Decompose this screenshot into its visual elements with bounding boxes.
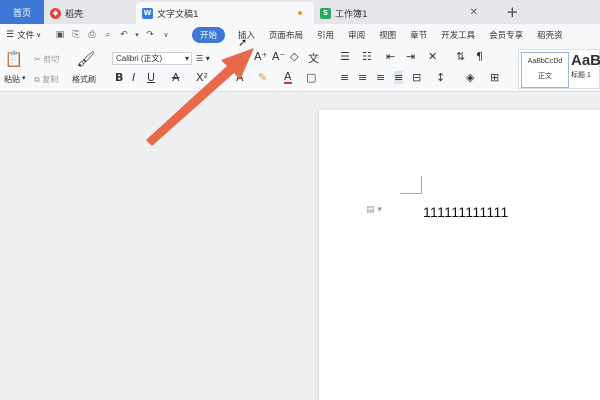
style-normal[interactable]: AaBbCcDd 正文 — [521, 52, 569, 88]
strikethrough-button[interactable]: A — [172, 71, 180, 84]
phonetic-guide-icon[interactable]: 文 — [308, 50, 319, 66]
tab-document-label: 文字文稿1 — [157, 9, 199, 20]
tab-document[interactable]: W 文字文稿1 — [136, 2, 314, 24]
undo-icon[interactable]: ↶ — [118, 29, 130, 41]
line-spacing-icon[interactable]: ↕ — [436, 71, 445, 84]
style-heading1-caption: 标题 1 — [571, 72, 591, 79]
print-preview-icon[interactable]: ⌕ — [102, 29, 114, 41]
sort-icon[interactable]: ⇅ — [456, 50, 465, 63]
char-border-icon[interactable]: ▢ — [306, 71, 316, 84]
show-marks-icon[interactable]: ¶ — [476, 50, 483, 63]
cut-label: 剪切 — [43, 55, 60, 64]
margin-corner-mark — [400, 176, 422, 194]
quick-access-more-icon[interactable]: ∨ — [160, 29, 172, 41]
redo-icon[interactable]: ↷ — [144, 29, 156, 41]
document-text[interactable]: 111111111111 — [423, 204, 509, 220]
style-heading1-preview: AaB — [571, 52, 600, 69]
unsaved-dot-icon — [298, 11, 302, 15]
font-dropdown-icon: ▾ — [184, 54, 189, 63]
bold-button[interactable]: B — [115, 71, 123, 84]
menu-developer[interactable]: 开发工具 — [434, 29, 482, 41]
italic-button[interactable]: I — [132, 71, 135, 84]
file-menu[interactable]: ☰ 文件 ∨ — [6, 29, 54, 41]
chinese-layout-icon[interactable]: ✕ — [428, 50, 437, 63]
borders-icon[interactable]: ⊞ — [490, 71, 499, 84]
menu-bar: ☰ 文件 ∨ ▣ ⎘ ⎙ ⌕ ↶ ▾ ↷ ∨ 开始 插入 页面布局 引用 审阅 … — [0, 24, 600, 46]
style-normal-caption: 正文 — [538, 73, 552, 80]
shrink-font-icon[interactable]: A⁻ — [272, 50, 285, 63]
superscript-button[interactable]: X² — [196, 71, 208, 84]
tab-home[interactable]: 首页 — [0, 0, 44, 24]
font-size-dropdown-icon: ▾ — [205, 54, 210, 63]
highlight-icon[interactable]: ✎ — [258, 71, 267, 84]
tab-straw-label: 稻壳 — [65, 9, 84, 20]
tab-straw[interactable]: ◆ 稻壳 — [44, 2, 136, 24]
menu-review[interactable]: 审阅 — [341, 29, 372, 41]
bullet-list-icon[interactable]: ☰ — [340, 50, 350, 63]
increase-indent-icon[interactable]: ⇥ — [406, 50, 415, 63]
paste-dropdown-icon[interactable]: ▾ — [22, 74, 26, 82]
paste-label[interactable]: 粘贴 — [4, 74, 20, 85]
menu-view[interactable]: 视图 — [372, 29, 403, 41]
font-name-select[interactable]: Calibri (正文) ▾ — [112, 52, 192, 65]
menu-references[interactable]: 引用 — [310, 29, 341, 41]
menu-home[interactable]: 开始 — [192, 27, 226, 43]
quick-access-toolbar: ▣ ⎘ ⎙ ⌕ ↶ ▾ ↷ ∨ — [54, 29, 192, 41]
style-heading1[interactable]: AaB 标题 1 — [571, 52, 600, 88]
menu-docer[interactable]: 稻壳资 — [530, 29, 570, 41]
menu-page-layout[interactable]: 页面布局 — [262, 29, 310, 41]
tab-spreadsheet[interactable]: S 工作簿1 ✕ — [314, 2, 486, 24]
export-pdf-icon[interactable]: ⎘ — [70, 29, 82, 41]
document-page[interactable] — [319, 110, 600, 400]
tab-spreadsheet-label: 工作簿1 — [335, 9, 368, 20]
align-left-icon[interactable]: ≡ — [340, 71, 349, 84]
underline-button[interactable]: U — [147, 71, 155, 84]
grow-font-icon[interactable]: A⁺ — [254, 50, 267, 63]
align-center-icon[interactable]: ≡ — [358, 71, 367, 84]
distribute-icon[interactable]: ⊟ — [412, 71, 421, 84]
writer-doc-icon: W — [142, 7, 153, 19]
ribbon: 📋 粘贴 ▾ ✂ 剪切 ⧉ 复制 🖌 格式刷 Calibri (正文) ▾ ☰ ▾… — [0, 46, 600, 92]
font-name-value: Calibri (正文) — [116, 54, 163, 63]
paste-icon[interactable]: 📋 — [5, 50, 24, 68]
tab-home-label: 首页 — [12, 8, 31, 19]
menu-chapter[interactable]: 章节 — [403, 29, 434, 41]
cut-button[interactable]: ✂ 剪切 — [34, 54, 59, 65]
decrease-indent-icon[interactable]: ⇤ — [386, 50, 395, 63]
clear-format-icon[interactable]: ◇ — [290, 50, 298, 63]
paragraph-handle-icon[interactable]: ▤ ▾ — [366, 205, 382, 215]
copy-button[interactable]: ⧉ 复制 — [34, 74, 58, 85]
justify-icon[interactable]: ≡ — [394, 71, 404, 84]
align-right-icon[interactable]: ≡ — [376, 71, 385, 84]
chevron-down-icon: ∨ — [36, 31, 42, 39]
text-effect-button[interactable]: A — [236, 71, 244, 84]
style-gallery: AaBbCcDd 正文 AaB 标题 1 — [518, 49, 600, 89]
menu-member[interactable]: 会员专享 — [482, 29, 530, 41]
new-tab-button[interactable]: + — [506, 3, 519, 21]
print-icon[interactable]: ⎙ — [86, 29, 98, 41]
format-painter-icon[interactable]: 🖌 — [76, 50, 95, 68]
undo-dropdown-icon[interactable]: ▾ — [134, 29, 140, 41]
straw-logo-icon: ◆ — [50, 7, 61, 19]
shading-icon[interactable]: ◈ — [466, 71, 474, 84]
format-painter-label[interactable]: 格式刷 — [72, 74, 96, 85]
font-size-select[interactable]: ☰ ▾ — [196, 52, 246, 65]
hamburger-icon: ☰ — [6, 30, 15, 40]
spreadsheet-icon: S — [320, 7, 331, 19]
close-tab-icon[interactable]: ✕ — [470, 7, 478, 18]
copy-label: 复制 — [42, 75, 59, 84]
save-icon[interactable]: ▣ — [54, 29, 66, 41]
mouse-cursor-icon: ➚ — [238, 36, 248, 49]
file-menu-label: 文件 — [17, 31, 35, 41]
numbered-list-icon[interactable]: ☷ — [362, 50, 372, 63]
font-color-icon[interactable]: A — [284, 71, 292, 84]
style-normal-preview: AaBbCcDd — [527, 58, 563, 65]
